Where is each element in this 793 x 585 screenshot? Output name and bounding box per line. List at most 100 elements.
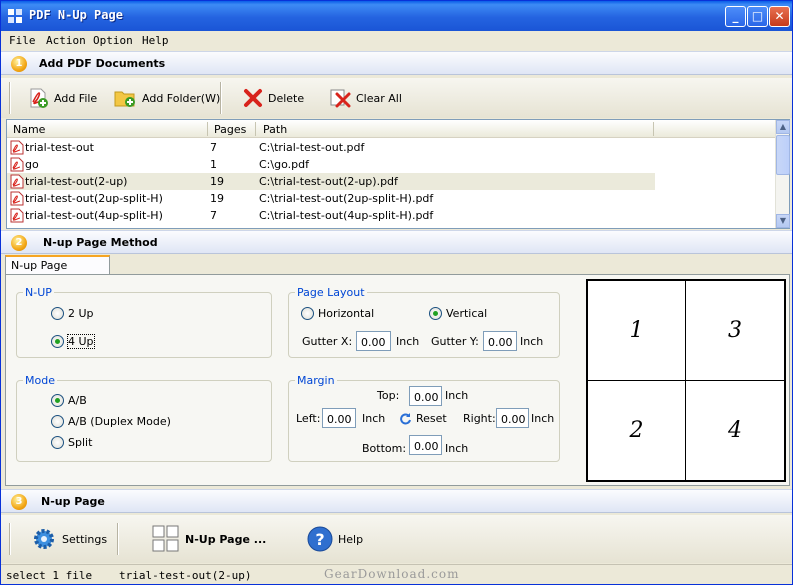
scroll-thumb[interactable] (776, 135, 790, 175)
scroll-up-arrow[interactable]: ▲ (776, 120, 790, 134)
reset-label: Reset (416, 412, 447, 425)
row-pages: 1 (210, 158, 217, 171)
margin-right-label: Right: (463, 412, 496, 425)
status-selection: select 1 file (6, 569, 93, 582)
reset-icon (400, 413, 411, 425)
row-name: trial-test-out (25, 141, 94, 154)
preview-cell: 4 (685, 380, 785, 481)
pdf-file-icon (10, 208, 24, 223)
row-name: trial-test-out(4up-split-H) (25, 209, 163, 222)
radio-label: Horizontal (318, 307, 375, 320)
radio-indicator (51, 415, 64, 428)
close-button[interactable]: ✕ (769, 6, 790, 27)
table-row[interactable]: go 1 C:\go.pdf (7, 156, 777, 173)
row-pages: 19 (210, 192, 224, 205)
clear-all-icon (330, 89, 351, 108)
radio-vertical[interactable]: Vertical (429, 307, 487, 320)
file-toolbar: Add File Add Folder(W) Delete Clear All (1, 78, 792, 118)
menu-action[interactable]: Action (46, 34, 86, 47)
delete-icon (244, 89, 262, 107)
margin-left-label: Left: (296, 412, 321, 425)
column-path-header[interactable]: Path (263, 123, 287, 136)
menu-help[interactable]: Help (142, 34, 169, 47)
app-window: PDF N-Up Page _ □ ✕ File Action Option H… (0, 0, 793, 585)
clear-all-button[interactable]: Clear All (329, 86, 402, 110)
reset-button[interactable]: Reset (399, 412, 447, 425)
radio-2-up[interactable]: 2 Up (51, 307, 94, 320)
tab-nup-settings[interactable]: N-up Page Settings (5, 255, 110, 285)
section-title: Add PDF Documents (39, 57, 166, 70)
margin-left-unit: Inch (362, 412, 386, 425)
nup-page-button[interactable]: N-Up Page ... (152, 525, 266, 552)
radio-ab-duplex[interactable]: A/B (Duplex Mode) (51, 415, 171, 428)
minimize-button[interactable]: _ (725, 6, 746, 27)
file-list-scrollbar[interactable]: ▲ ▼ (775, 120, 790, 228)
radio-split[interactable]: Split (51, 436, 92, 449)
gear-icon (34, 529, 54, 549)
toolbar-separator (117, 523, 119, 555)
margin-left-input[interactable] (322, 408, 356, 428)
add-folder-label: Add Folder(W) (142, 91, 221, 105)
margin-bottom-input[interactable] (409, 435, 442, 455)
radio-ab[interactable]: A/B (51, 394, 87, 407)
delete-button[interactable]: Delete (243, 86, 304, 110)
group-title: Mode (23, 374, 57, 387)
menu-file[interactable]: File (9, 34, 36, 47)
column-divider[interactable] (255, 122, 256, 136)
margin-top-input[interactable] (409, 386, 442, 406)
margin-top-label: Top: (377, 389, 400, 402)
scroll-down-arrow[interactable]: ▼ (776, 214, 790, 228)
table-row[interactable]: trial-test-out(4up-split-H) 7 C:\trial-t… (7, 207, 777, 224)
radio-label: A/B (68, 394, 87, 407)
column-pages-header[interactable]: Pages (214, 123, 246, 136)
add-file-button[interactable]: Add File (27, 86, 97, 110)
radio-label: Split (68, 436, 93, 449)
toolbar-separator (220, 82, 222, 114)
table-row-selected[interactable]: trial-test-out(2-up) 19 C:\trial-test-ou… (7, 173, 655, 190)
table-row[interactable]: trial-test-out 7 C:\trial-test-out.pdf (7, 139, 777, 156)
toolbar-separator (9, 82, 11, 114)
gutter-y-input[interactable] (483, 331, 517, 351)
section-number-badge: 3 (11, 494, 27, 510)
radio-indicator (51, 307, 64, 320)
add-folder-button[interactable]: Add Folder(W) (113, 86, 220, 110)
toolbar-separator (9, 523, 11, 555)
gutter-x-input[interactable] (356, 331, 391, 351)
radio-horizontal[interactable]: Horizontal (301, 307, 374, 320)
column-divider[interactable] (207, 122, 208, 136)
delete-label: Delete (268, 91, 305, 105)
section-number-badge: 1 (11, 56, 27, 72)
title-bar[interactable]: PDF N-Up Page _ □ ✕ (1, 1, 792, 31)
row-path: C:\go.pdf (259, 158, 309, 171)
menu-bar: File Action Option Help (1, 31, 792, 50)
column-name-header[interactable]: Name (13, 123, 45, 136)
column-divider[interactable] (653, 122, 654, 136)
settings-label: Settings (62, 532, 108, 546)
gutter-y-label: Gutter Y: (431, 335, 479, 348)
margin-top-unit: Inch (445, 389, 469, 402)
radio-4-up[interactable]: 4 Up (51, 334, 95, 349)
section-number-badge: 2 (11, 235, 27, 251)
svg-text:?: ? (315, 530, 324, 549)
margin-right-unit: Inch (531, 412, 555, 425)
maximize-button[interactable]: □ (747, 6, 768, 27)
row-name: trial-test-out(2up-split-H) (25, 192, 163, 205)
margin-right-input[interactable] (496, 408, 529, 428)
row-path: C:\trial-test-out(2up-split-H).pdf (259, 192, 434, 205)
watermark-text: GearDownload.com (324, 567, 460, 581)
preview-cell: 2 (587, 380, 686, 481)
section-add-pdf-header: 1 Add PDF Documents (1, 51, 792, 75)
pdf-file-icon (10, 191, 24, 206)
file-list[interactable]: Name Pages Path trial-test-out 7 C:\tria… (6, 119, 790, 229)
radio-indicator (51, 335, 64, 348)
table-row[interactable]: trial-test-out(2up-split-H) 19 C:\trial-… (7, 190, 777, 207)
radio-label: 2 Up (68, 307, 94, 320)
row-name: go (25, 158, 39, 171)
help-button[interactable]: ? Help (307, 526, 363, 552)
help-icon: ? (307, 526, 333, 552)
section-title: N-up Page (41, 495, 105, 508)
row-path: C:\trial-test-out(4up-split-H).pdf (259, 209, 434, 222)
settings-button[interactable]: Settings (31, 527, 107, 551)
menu-option[interactable]: Option (93, 34, 133, 47)
add-file-label: Add File (54, 91, 98, 105)
